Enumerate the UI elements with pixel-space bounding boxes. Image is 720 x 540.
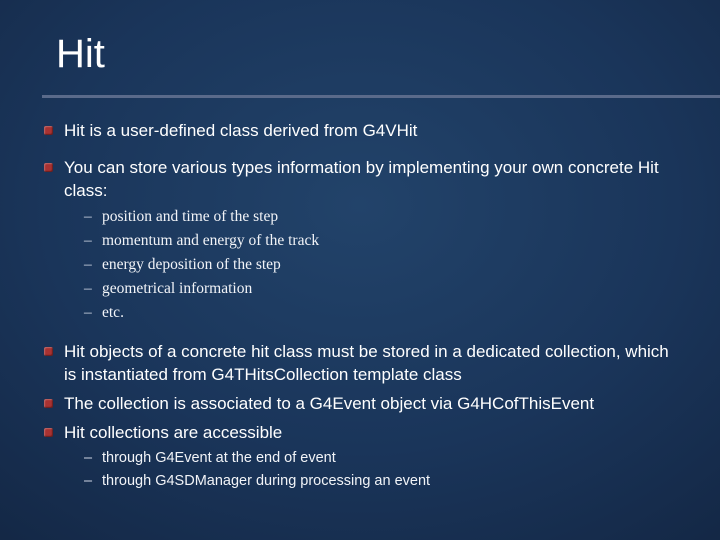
- bullet-text: The collection is associated to a G4Even…: [64, 394, 594, 413]
- sub-bullet-item: energy deposition of the step: [82, 255, 680, 276]
- sub-bullet-item: etc.: [82, 303, 680, 324]
- sub-bullet-list: through G4Event at the end of event thro…: [82, 449, 680, 491]
- bullet-text: Hit collections are accessible: [64, 423, 282, 442]
- sub-bullet-text: through G4SDManager during processing an…: [102, 473, 430, 489]
- bullet-item: You can store various types information …: [42, 157, 680, 323]
- sub-bullet-text: momentum and energy of the track: [102, 232, 319, 249]
- sub-bullet-item: through G4Event at the end of event: [82, 449, 680, 469]
- sub-bullet-text: through G4Event at the end of event: [102, 450, 336, 466]
- bullet-item: The collection is associated to a G4Even…: [42, 393, 680, 416]
- bullet-text: Hit objects of a concrete hit class must…: [64, 342, 669, 384]
- slide: Hit Hit is a user-defined class derived …: [0, 0, 720, 540]
- bullet-item: Hit objects of a concrete hit class must…: [42, 341, 680, 387]
- sub-bullet-item: geometrical information: [82, 279, 680, 300]
- content-area: Hit is a user-defined class derived from…: [0, 98, 720, 491]
- sub-bullet-list: position and time of the step momentum a…: [82, 207, 680, 324]
- sub-bullet-item: position and time of the step: [82, 207, 680, 228]
- slide-title: Hit: [56, 32, 720, 77]
- title-area: Hit: [0, 0, 720, 95]
- bullet-item: Hit collections are accessible through G…: [42, 422, 680, 491]
- sub-bullet-text: energy deposition of the step: [102, 256, 281, 273]
- bullet-text: You can store various types information …: [64, 158, 659, 200]
- sub-bullet-item: through G4SDManager during processing an…: [82, 472, 680, 492]
- bullet-item: Hit is a user-defined class derived from…: [42, 120, 680, 143]
- bullet-list: Hit is a user-defined class derived from…: [42, 120, 680, 491]
- sub-bullet-item: momentum and energy of the track: [82, 231, 680, 252]
- sub-bullet-text: position and time of the step: [102, 208, 278, 225]
- bullet-text: Hit is a user-defined class derived from…: [64, 121, 417, 140]
- sub-bullet-text: etc.: [102, 304, 124, 321]
- sub-bullet-text: geometrical information: [102, 280, 252, 297]
